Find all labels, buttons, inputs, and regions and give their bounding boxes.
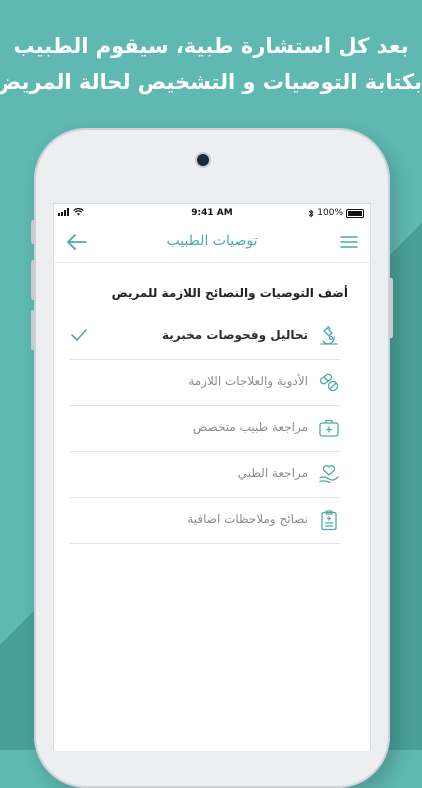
volume-up-button	[31, 260, 35, 300]
list-item-label: مراجعة الطبي	[237, 466, 308, 480]
volume-down-button	[31, 310, 35, 350]
status-right: 100%	[308, 208, 364, 218]
bluetooth-icon	[309, 208, 314, 218]
list-item-specialist-referral[interactable]: مراجعة طبيب متخصص	[70, 406, 340, 452]
microscope-icon	[320, 325, 338, 345]
headline-line-2: بكتابة التوصيات و التشخيص لحالة المريض	[0, 70, 422, 94]
recommendation-list: تحاليل وفحوصات مخبرية الأدوية والعلاجات …	[70, 314, 340, 544]
list-item-label: نصائح وملاحظات اضافية	[187, 512, 308, 526]
list-item-lab-tests[interactable]: تحاليل وفحوصات مخبرية	[70, 314, 340, 360]
section-heading: أضف التوصيات والنصائح اللازمة للمريض	[111, 286, 348, 300]
pills-icon	[319, 373, 339, 392]
status-bar: 9:41 AM 100%	[54, 204, 370, 224]
power-button	[389, 278, 393, 338]
battery-icon	[346, 208, 364, 218]
list-item-notes[interactable]: نصائح وملاحظات اضافية	[70, 498, 340, 544]
front-camera	[197, 154, 209, 166]
clipboard-icon	[321, 510, 337, 531]
list-item-label: تحاليل وفحوصات مخبرية	[161, 328, 308, 342]
list-item-medications[interactable]: الأدوية والعلاجات اللازمة	[70, 360, 340, 406]
nav-bar: توصيات الطبيب	[54, 224, 370, 263]
checkmark-icon	[71, 329, 87, 341]
app-screen: 9:41 AM 100% توصيات الطبيب أضف التوصيات …	[53, 203, 371, 751]
page-title: توصيات الطبيب	[166, 233, 258, 249]
hamburger-menu-icon[interactable]	[340, 234, 358, 250]
promo-headline: بعد كل استشارة طبية، سيقوم الطبيب بكتابة…	[0, 28, 422, 100]
heart-hand-icon	[319, 465, 339, 484]
battery-percent: 100%	[317, 208, 343, 218]
medical-kit-icon	[319, 419, 339, 437]
headline-line-1: بعد كل استشارة طبية، سيقوم الطبيب	[13, 34, 409, 58]
list-item-label: الأدوية والعلاجات اللازمة	[188, 374, 308, 388]
list-item-label: مراجعة طبيب متخصص	[192, 420, 308, 434]
mute-switch	[31, 220, 35, 244]
list-item-followup[interactable]: مراجعة الطبي	[70, 452, 340, 498]
